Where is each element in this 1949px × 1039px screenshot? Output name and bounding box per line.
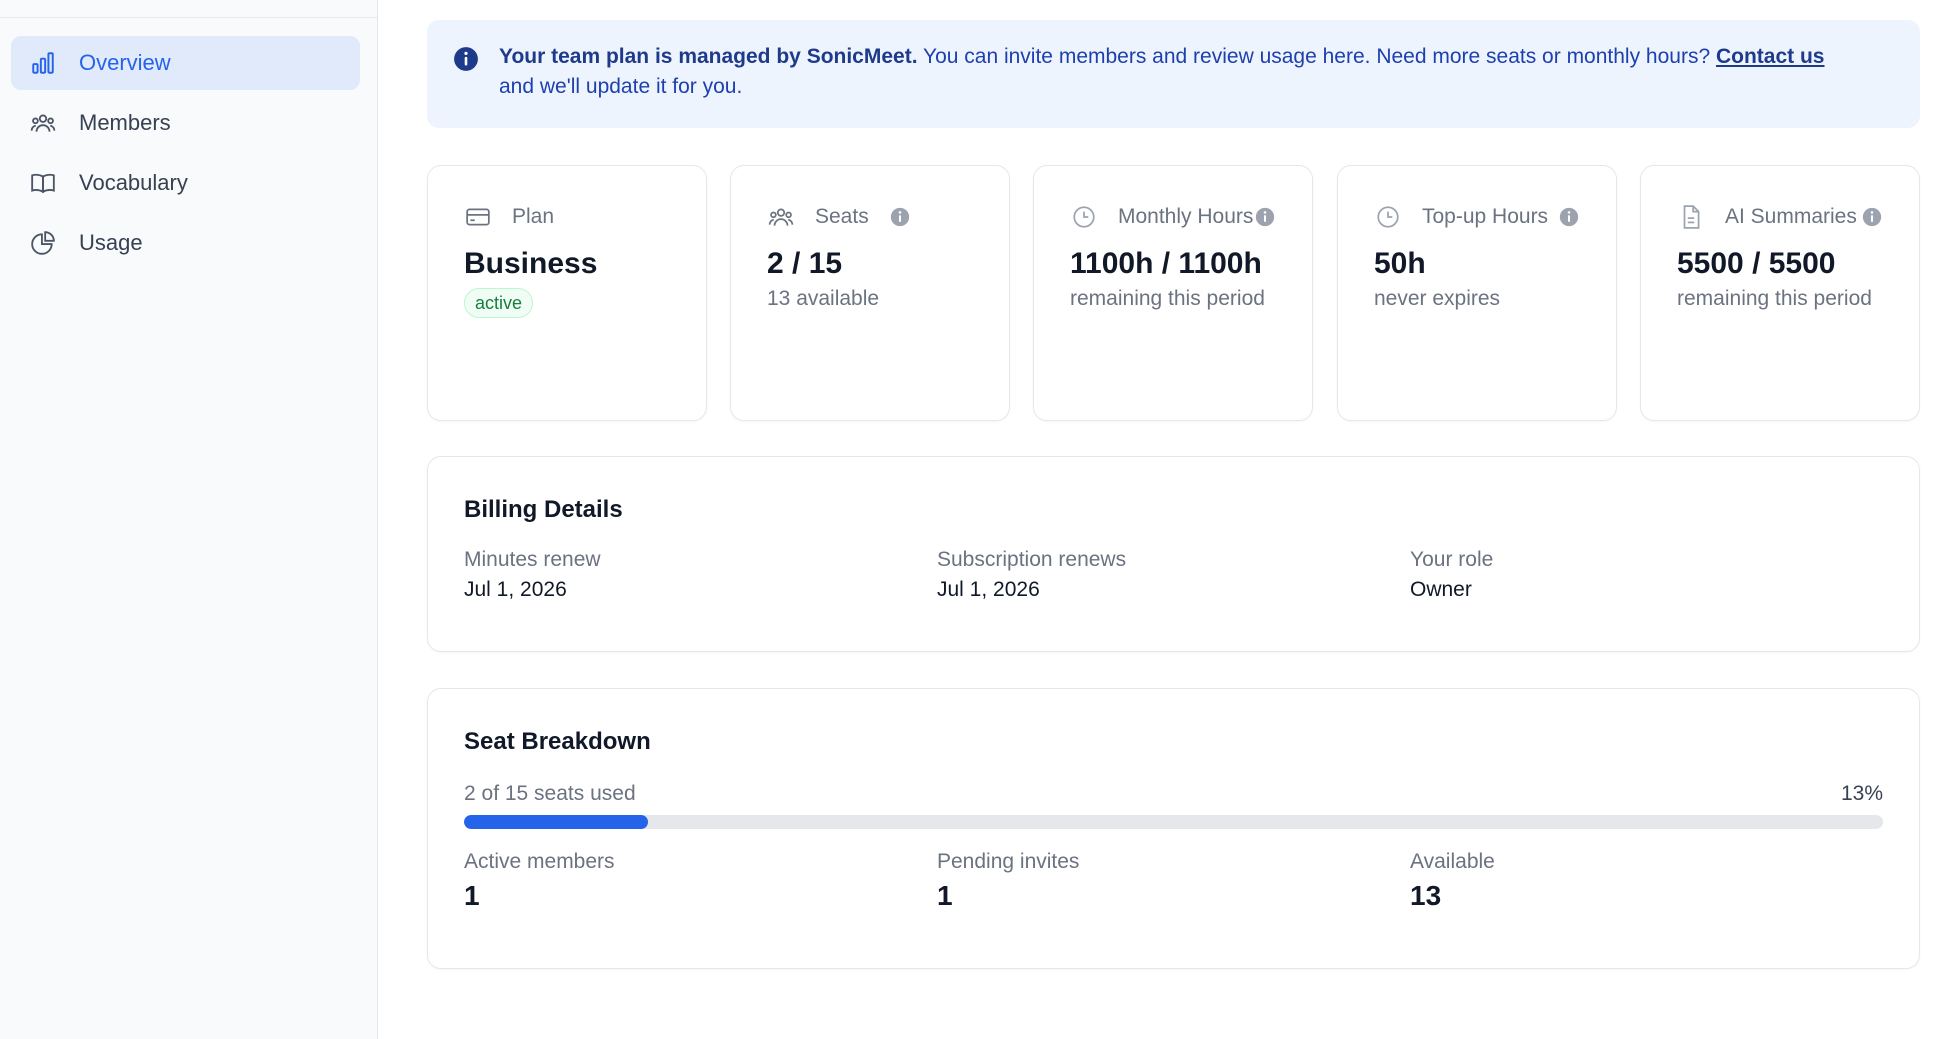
sidebar-item-members[interactable]: Members xyxy=(11,96,360,150)
pending-invites-value: 1 xyxy=(937,880,953,911)
topup-hours-card: Top-up Hours 50h never expires xyxy=(1337,165,1617,421)
minutes-renew-value: Jul 1, 2026 xyxy=(464,578,567,601)
info-tooltip-icon[interactable] xyxy=(1558,206,1580,228)
billing-details-fields: Minutes renew Jul 1, 2026 Subscription r… xyxy=(464,545,1883,605)
seat-breakdown-title: Seat Breakdown xyxy=(464,728,651,755)
plan-value: Business xyxy=(464,247,598,280)
sidebar-item-label: Vocabulary xyxy=(79,170,188,195)
clock-icon xyxy=(1374,203,1402,231)
monthly-hours-sub: remaining this period xyxy=(1070,287,1265,310)
sidebar-item-label: Overview xyxy=(79,50,171,75)
ai-summaries-card: AI Summaries 5500 / 5500 remaining this … xyxy=(1640,165,1920,421)
document-icon xyxy=(1677,203,1705,231)
ai-summaries-card-title: AI Summaries xyxy=(1725,205,1857,228)
contact-us-link[interactable]: Contact us xyxy=(1716,45,1825,68)
users-icon xyxy=(29,109,57,137)
info-tooltip-icon[interactable] xyxy=(1254,206,1276,228)
topup-hours-card-title: Top-up Hours xyxy=(1422,205,1549,228)
billing-details-panel: Billing Details Minutes renew Jul 1, 202… xyxy=(427,456,1920,652)
minutes-renew-label: Minutes renew xyxy=(464,548,601,571)
available-stat: Available 13 xyxy=(1410,847,1883,915)
status-badge: active xyxy=(464,288,534,318)
monthly-hours-card-header: Monthly Hours xyxy=(1070,202,1276,232)
billing-details-title: Billing Details xyxy=(464,496,623,523)
credit-card-icon xyxy=(464,203,492,231)
sidebar: Overview Members Vocabulary Usage xyxy=(0,0,378,1039)
plan-card-title: Plan xyxy=(512,205,555,228)
seat-breakdown-panel: Seat Breakdown 2 of 15 seats used 13% Ac… xyxy=(427,688,1920,969)
sidebar-item-vocabulary[interactable]: Vocabulary xyxy=(11,156,360,210)
seat-breakdown-stats: Active members 1 Pending invites 1 Avail… xyxy=(464,847,1883,915)
banner-strong-text: Your team plan is managed by SonicMeet. xyxy=(499,45,918,68)
sidebar-header-divider xyxy=(0,0,378,18)
ai-summaries-card-header: AI Summaries xyxy=(1677,202,1883,232)
info-tooltip-icon[interactable] xyxy=(1861,206,1883,228)
seats-card-header: Seats xyxy=(767,202,973,232)
active-members-value: 1 xyxy=(464,880,480,911)
seat-usage-progress-track xyxy=(464,815,1883,829)
seat-usage-summary: 2 of 15 seats used 13% xyxy=(464,779,1883,809)
pending-invites-label: Pending invites xyxy=(937,850,1080,873)
seats-used-text: 2 of 15 seats used xyxy=(464,782,636,805)
subscription-renews-label: Subscription renews xyxy=(937,548,1127,571)
subscription-renews-field: Subscription renews Jul 1, 2026 xyxy=(937,545,1410,605)
team-plan-banner: Your team plan is managed by SonicMeet. … xyxy=(427,20,1920,128)
seats-sub: 13 available xyxy=(767,287,880,310)
available-value: 13 xyxy=(1410,880,1442,911)
monthly-hours-value: 1100h / 1100h xyxy=(1070,247,1262,280)
role-field: Your role Owner xyxy=(1410,545,1883,605)
sidebar-item-overview[interactable]: Overview xyxy=(11,36,360,90)
seats-card: Seats 2 / 15 13 available xyxy=(730,165,1010,421)
plan-card-header: Plan xyxy=(464,202,670,232)
topup-hours-card-header: Top-up Hours xyxy=(1374,202,1580,232)
seats-card-title: Seats xyxy=(815,205,869,228)
active-members-label: Active members xyxy=(464,850,615,873)
role-value: Owner xyxy=(1410,578,1472,601)
sidebar-item-label: Members xyxy=(79,110,171,135)
pie-chart-icon xyxy=(29,229,57,257)
active-members-stat: Active members 1 xyxy=(464,847,937,915)
plan-card: Plan Business active xyxy=(427,165,707,421)
seat-usage-progress-fill xyxy=(464,815,649,829)
banner-tail-text: and we'll update it for you. xyxy=(499,75,743,98)
available-label: Available xyxy=(1410,850,1495,873)
topup-hours-sub: never expires xyxy=(1374,287,1501,310)
seats-value: 2 / 15 xyxy=(767,247,843,280)
topup-hours-value: 50h xyxy=(1374,247,1426,280)
sidebar-item-label: Usage xyxy=(79,230,143,255)
pending-invites-stat: Pending invites 1 xyxy=(937,847,1410,915)
info-icon xyxy=(454,47,478,71)
bar-chart-icon xyxy=(29,49,57,77)
book-icon xyxy=(29,169,57,197)
ai-summaries-sub: remaining this period xyxy=(1677,287,1872,310)
clock-icon xyxy=(1070,203,1098,231)
ai-summaries-value: 5500 / 5500 xyxy=(1677,247,1836,280)
monthly-hours-card: Monthly Hours 1100h / 1100h remaining th… xyxy=(1033,165,1313,421)
sidebar-item-usage[interactable]: Usage xyxy=(11,216,360,270)
main-content: Your team plan is managed by SonicMeet. … xyxy=(427,20,1920,969)
minutes-renew-field: Minutes renew Jul 1, 2026 xyxy=(464,545,937,605)
banner-text: You can invite members and review usage … xyxy=(917,45,1716,68)
seats-used-percent: 13% xyxy=(1840,782,1883,805)
subscription-renews-value: Jul 1, 2026 xyxy=(937,578,1040,601)
info-tooltip-icon[interactable] xyxy=(889,206,911,228)
sidebar-nav: Overview Members Vocabulary Usage xyxy=(11,36,360,276)
role-label: Your role xyxy=(1410,548,1494,571)
monthly-hours-card-title: Monthly Hours xyxy=(1118,205,1254,228)
users-icon xyxy=(767,203,795,231)
summary-cards: Plan Business active Seats 2 / 15 13 ava… xyxy=(427,165,1920,421)
